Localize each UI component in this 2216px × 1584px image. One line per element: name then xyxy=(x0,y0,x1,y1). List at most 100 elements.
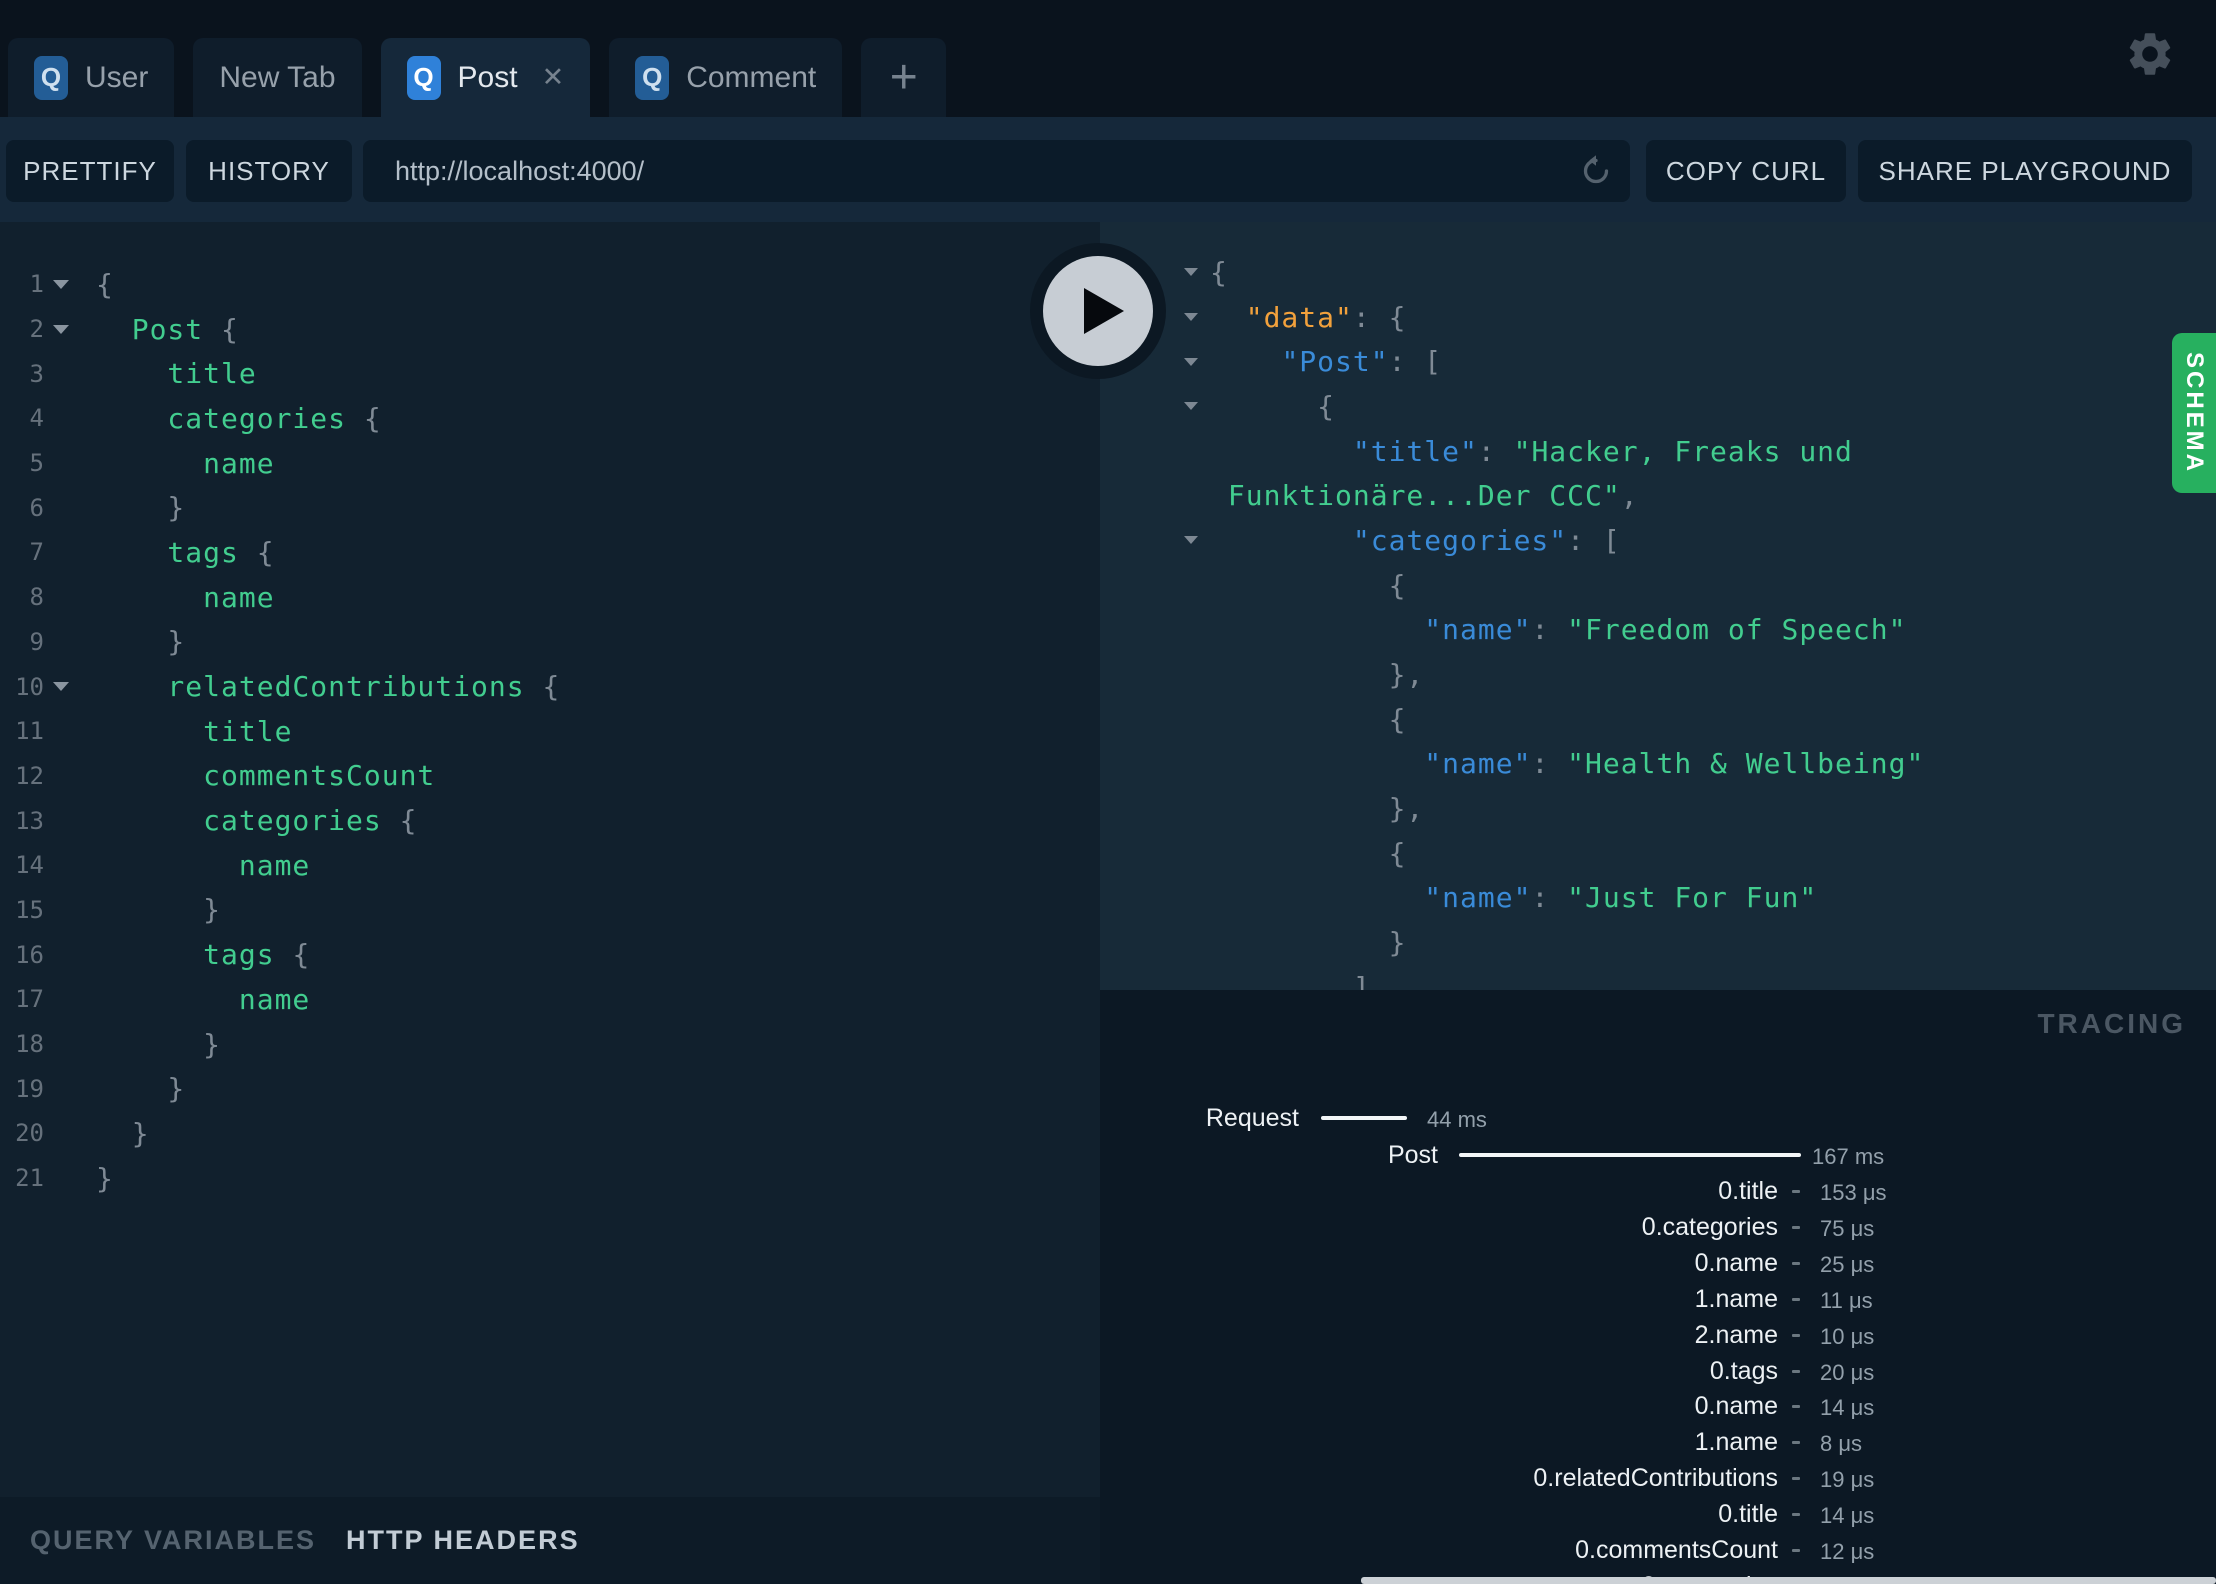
code-text: "title": "Hacker, Freaks und xyxy=(1352,434,1853,468)
trace-bar xyxy=(1459,1153,1801,1157)
trace-label: Post xyxy=(1387,1141,1438,1169)
editor-line: 4 categories { xyxy=(0,396,1100,441)
close-tab-icon[interactable]: ✕ xyxy=(542,64,565,91)
line-number: 12 xyxy=(15,761,44,790)
code-text: "categories": [ xyxy=(1352,523,1621,557)
code-text: { xyxy=(1210,702,1407,736)
response-line: }, xyxy=(1100,652,2216,697)
line-number: 1 xyxy=(29,270,44,299)
trace-field-row: 0.categories 75 μs xyxy=(1100,1212,2216,1242)
code-text: }, xyxy=(1210,658,1425,692)
trace-label: 2.name xyxy=(1694,1320,1778,1349)
trace-field-row: 0.name 25 μs xyxy=(1100,1248,2216,1278)
editor-line: 1{ xyxy=(0,262,1100,307)
code-text: } xyxy=(1210,926,1407,960)
query-type-badge: Q xyxy=(635,55,670,100)
line-number: 18 xyxy=(15,1030,44,1059)
response-line: "Post": [ xyxy=(1100,339,2216,384)
editor-line: 21} xyxy=(0,1156,1100,1201)
response-line: "title": "Hacker, Freaks und xyxy=(1100,429,2216,474)
trace-duration: 12 μs xyxy=(1820,1539,1875,1564)
code-text: } xyxy=(96,1161,114,1195)
editor-line: 19 } xyxy=(0,1066,1100,1111)
response-line: { xyxy=(1100,384,2216,429)
trace-dash xyxy=(1792,1225,1800,1229)
trace-label: 0.title xyxy=(1718,1500,1778,1529)
code-text: { xyxy=(1210,568,1407,602)
code-text: categories { xyxy=(96,804,418,838)
response-line: { xyxy=(1100,563,2216,608)
new-tab-button[interactable]: + xyxy=(861,38,947,117)
editor-line: 13 categories { xyxy=(0,798,1100,843)
editor-line: 9 } xyxy=(0,620,1100,665)
trace-dash xyxy=(1792,1190,1800,1193)
fold-arrow-icon[interactable] xyxy=(1180,268,1202,277)
trace-label: 1.name xyxy=(1694,1284,1778,1313)
tab-user[interactable]: Q User xyxy=(8,38,175,117)
code-text: relatedContributions { xyxy=(96,670,561,704)
horizontal-scrollbar[interactable] xyxy=(1361,1577,2216,1584)
editor-line: 2 Post { xyxy=(0,307,1100,352)
fold-arrow-icon[interactable] xyxy=(48,682,74,692)
reload-endpoint-icon[interactable] xyxy=(1578,153,1614,189)
line-number: 10 xyxy=(15,672,44,701)
editor-line: 12 commentsCount xyxy=(0,754,1100,799)
editor-line: 17 name xyxy=(0,977,1100,1022)
line-number: 14 xyxy=(15,851,44,880)
response-line: ] xyxy=(1100,965,2216,990)
line-number: 21 xyxy=(15,1164,44,1193)
trace-duration: 10 μs xyxy=(1820,1323,1875,1349)
http-headers-tab[interactable]: HTTP HEADERS xyxy=(346,1525,580,1556)
tab-label: Post xyxy=(457,60,518,94)
execute-query-button[interactable] xyxy=(1030,243,1166,379)
trace-dash xyxy=(1792,1261,1800,1265)
tab-new-tab[interactable]: New Tab xyxy=(193,38,362,117)
copy-curl-button[interactable]: COPY CURL xyxy=(1646,140,1846,202)
response-line: }, xyxy=(1100,786,2216,831)
fold-arrow-icon[interactable] xyxy=(1180,313,1202,322)
trace-dash xyxy=(1792,1333,1800,1337)
code-text: commentsCount xyxy=(96,759,436,793)
tab-post[interactable]: Q Post ✕ xyxy=(380,38,591,117)
fold-arrow-icon[interactable] xyxy=(48,324,74,334)
editor-line: 10 relatedContributions { xyxy=(0,664,1100,709)
graphql-playground-window: Q User New Tab Q Post ✕ Q Comment + PRETTIFY HI… xyxy=(0,0,2216,1584)
code-text: name xyxy=(96,982,311,1016)
line-number: 2 xyxy=(29,315,44,344)
response-line: "data": { xyxy=(1100,295,2216,340)
prettify-button[interactable]: PRETTIFY xyxy=(6,140,174,202)
fold-arrow-icon[interactable] xyxy=(1180,402,1202,411)
trace-field-row: 1.name 11 μs xyxy=(1100,1284,2216,1314)
history-button[interactable]: HISTORY xyxy=(186,140,352,202)
play-button-circle xyxy=(1043,256,1153,366)
fold-arrow-icon[interactable] xyxy=(48,279,74,289)
code-text: categories { xyxy=(96,401,382,435)
schema-side-tab[interactable]: SCHEMA xyxy=(2172,333,2216,493)
trace-span-row: Request 44 ms xyxy=(1100,1103,2216,1133)
query-type-badge: Q xyxy=(34,55,68,100)
trace-duration: 14 μs xyxy=(1820,1395,1875,1421)
query-variables-tab[interactable]: QUERY VARIABLES xyxy=(30,1525,316,1556)
tab-label: User xyxy=(85,60,149,94)
line-number: 11 xyxy=(15,717,44,746)
code-text: name xyxy=(96,580,275,614)
endpoint-url-input[interactable] xyxy=(363,140,1630,202)
code-text: "name": "Just For Fun" xyxy=(1424,881,1818,915)
share-playground-button[interactable]: SHARE PLAYGROUND xyxy=(1858,140,2192,202)
code-text: tags { xyxy=(96,938,311,972)
response-viewer: { "data": { "Post": [ { "title": "Hacker… xyxy=(1100,222,2216,990)
trace-label: 0.commentsCount xyxy=(1575,1536,1778,1564)
response-line: "categories": [ xyxy=(1100,518,2216,563)
fold-arrow-icon[interactable] xyxy=(1180,357,1202,366)
trace-duration: 19 μs xyxy=(1820,1467,1875,1493)
query-editor[interactable]: 1{2 Post {3 title 4 categories {5 name 6 }… xyxy=(0,222,1100,1497)
trace-duration: 44 ms xyxy=(1427,1107,1487,1132)
line-number: 6 xyxy=(29,493,44,522)
code-text: tags { xyxy=(96,535,275,569)
trace-label: 0.name xyxy=(1694,1392,1778,1421)
tab-comment[interactable]: Q Comment xyxy=(609,38,843,117)
settings-gear-icon[interactable] xyxy=(2124,28,2176,80)
trace-duration: 153 μs xyxy=(1820,1180,1887,1205)
fold-arrow-icon[interactable] xyxy=(1180,536,1202,545)
response-line: { xyxy=(1100,250,2216,295)
